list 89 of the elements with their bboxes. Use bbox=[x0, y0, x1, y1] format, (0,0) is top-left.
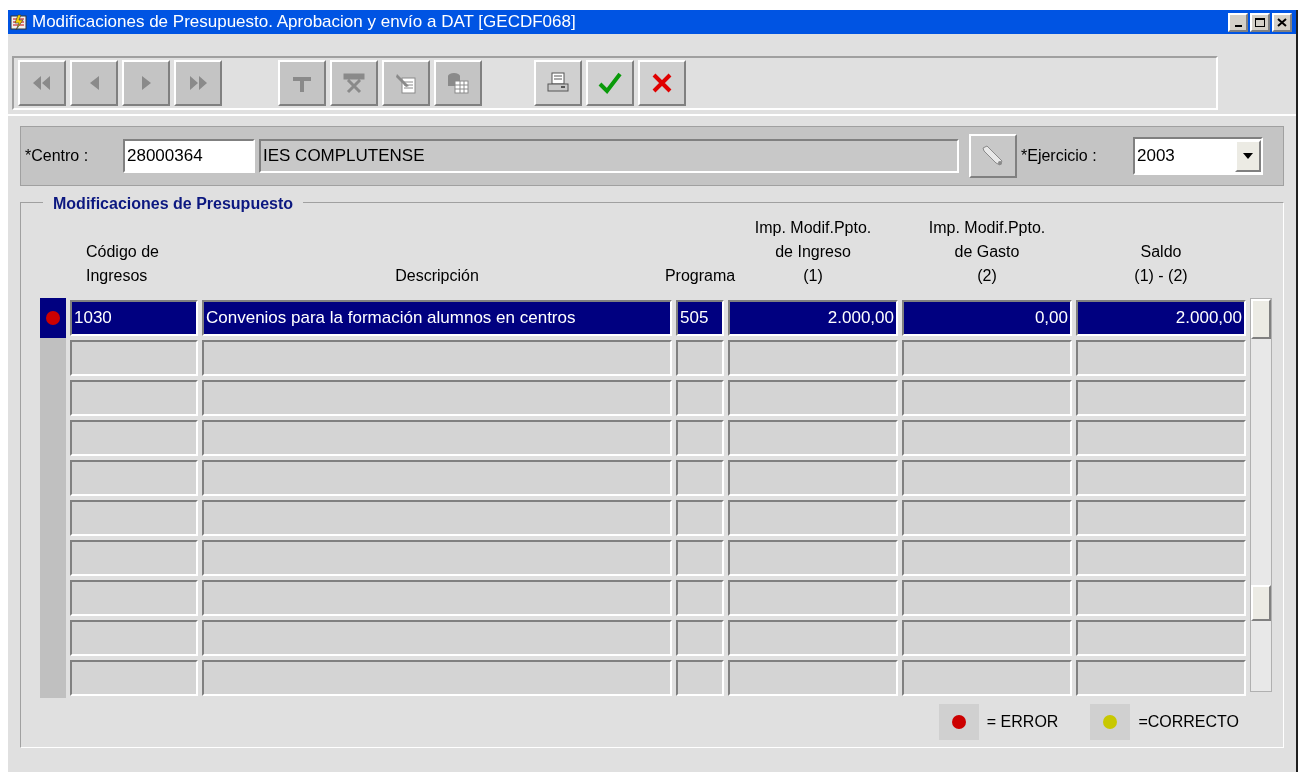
empty-cell[interactable] bbox=[1076, 340, 1246, 376]
empty-cell[interactable] bbox=[1076, 660, 1246, 696]
empty-cell[interactable] bbox=[728, 380, 898, 416]
left-arrow-icon bbox=[89, 76, 99, 90]
empty-cell[interactable] bbox=[728, 500, 898, 536]
empty-cell[interactable] bbox=[70, 580, 198, 616]
empty-cell[interactable] bbox=[676, 420, 724, 456]
window-title: Modificaciones de Presupuesto. Aprobacion y envío a DAT [GECDF068] bbox=[32, 11, 576, 34]
empty-cell[interactable] bbox=[1076, 460, 1246, 496]
empty-cell[interactable] bbox=[902, 460, 1072, 496]
centro-name-field: IES COMPLUTENSE bbox=[259, 139, 959, 173]
empty-cell[interactable] bbox=[70, 540, 198, 576]
empty-cell[interactable] bbox=[902, 660, 1072, 696]
empty-cell[interactable] bbox=[202, 500, 672, 536]
column-header: Programa bbox=[664, 266, 736, 286]
empty-cell[interactable] bbox=[202, 660, 672, 696]
empty-cell[interactable] bbox=[676, 660, 724, 696]
empty-cell[interactable] bbox=[202, 620, 672, 656]
toolbar-button[interactable] bbox=[586, 60, 634, 106]
close-icon bbox=[1277, 17, 1287, 27]
maximize-button[interactable] bbox=[1250, 12, 1270, 32]
table-cell[interactable]: 2.000,00 bbox=[1076, 300, 1246, 336]
empty-cell[interactable] bbox=[202, 420, 672, 456]
minimize-button[interactable] bbox=[1228, 12, 1248, 32]
dropdown-arrow-icon bbox=[1243, 153, 1253, 159]
close-button[interactable] bbox=[1272, 12, 1292, 32]
empty-cell[interactable] bbox=[902, 580, 1072, 616]
empty-cell[interactable] bbox=[1076, 540, 1246, 576]
legend-label: = ERROR bbox=[986, 712, 1059, 732]
centro-code-field[interactable]: 28000364 bbox=[123, 139, 255, 173]
empty-cell[interactable] bbox=[676, 620, 724, 656]
database-table-icon bbox=[445, 70, 471, 96]
toolbar-button[interactable] bbox=[638, 60, 686, 106]
empty-cell[interactable] bbox=[70, 340, 198, 376]
empty-cell[interactable] bbox=[728, 340, 898, 376]
empty-cell[interactable] bbox=[70, 660, 198, 696]
empty-cell[interactable] bbox=[902, 340, 1072, 376]
empty-cell[interactable] bbox=[1076, 420, 1246, 456]
empty-cell[interactable] bbox=[202, 380, 672, 416]
empty-cell[interactable] bbox=[728, 660, 898, 696]
table-cell[interactable]: Convenios para la formación alumnos en centros bbox=[202, 300, 672, 336]
scrollbar[interactable] bbox=[1250, 298, 1272, 692]
empty-cell[interactable] bbox=[902, 540, 1072, 576]
empty-cell[interactable] bbox=[902, 500, 1072, 536]
empty-cell[interactable] bbox=[70, 460, 198, 496]
empty-cell[interactable] bbox=[676, 340, 724, 376]
empty-cell[interactable] bbox=[728, 540, 898, 576]
empty-cell[interactable] bbox=[676, 580, 724, 616]
right-arrow-icon bbox=[141, 76, 151, 90]
empty-cell[interactable] bbox=[1076, 580, 1246, 616]
empty-cell[interactable] bbox=[202, 460, 672, 496]
column-header: Descripción bbox=[395, 266, 479, 286]
empty-cell[interactable] bbox=[1076, 500, 1246, 536]
empty-cell[interactable] bbox=[202, 340, 672, 376]
empty-cell[interactable] bbox=[676, 380, 724, 416]
empty-cell[interactable] bbox=[676, 460, 724, 496]
table-cell[interactable]: 1030 bbox=[70, 300, 198, 336]
column-header: Imp. Modif.Ppto. de Ingreso (1) bbox=[754, 218, 872, 286]
empty-cell[interactable] bbox=[728, 620, 898, 656]
empty-cell[interactable] bbox=[676, 500, 724, 536]
empty-cell[interactable] bbox=[902, 620, 1072, 656]
column-header: Saldo (1) - (2) bbox=[1134, 242, 1188, 286]
column-header: Imp. Modif.Ppto. de Gasto (2) bbox=[928, 218, 1046, 286]
empty-cell[interactable] bbox=[70, 380, 198, 416]
toolbar-button[interactable] bbox=[534, 60, 582, 106]
empty-cell[interactable] bbox=[728, 420, 898, 456]
empty-cell[interactable] bbox=[70, 500, 198, 536]
centro-label: *Centro : bbox=[25, 146, 90, 166]
empty-cell[interactable] bbox=[1076, 380, 1246, 416]
ejercicio-label: *Ejercicio : bbox=[1021, 146, 1098, 166]
table-cell[interactable]: 505 bbox=[676, 300, 724, 336]
empty-cell[interactable] bbox=[902, 380, 1072, 416]
table-cell[interactable]: 0,00 bbox=[902, 300, 1072, 336]
empty-cell[interactable] bbox=[202, 580, 672, 616]
ejercicio-dropdown[interactable]: 2003 bbox=[1133, 137, 1263, 175]
empty-cell[interactable] bbox=[1076, 620, 1246, 656]
lookup-button[interactable] bbox=[969, 134, 1017, 178]
table-cell[interactable]: 2.000,00 bbox=[728, 300, 898, 336]
empty-cell[interactable] bbox=[728, 580, 898, 616]
checkmark-icon bbox=[597, 70, 623, 96]
empty-cell[interactable] bbox=[202, 540, 672, 576]
column-header: Código de Ingresos bbox=[86, 242, 159, 286]
empty-cell[interactable] bbox=[728, 460, 898, 496]
empty-cell[interactable] bbox=[676, 540, 724, 576]
empty-cell[interactable] bbox=[902, 420, 1072, 456]
empty-cell[interactable] bbox=[70, 420, 198, 456]
legend-label: =CORRECTO bbox=[1138, 712, 1239, 732]
app-icon bbox=[10, 13, 28, 31]
empty-cell[interactable] bbox=[70, 620, 198, 656]
